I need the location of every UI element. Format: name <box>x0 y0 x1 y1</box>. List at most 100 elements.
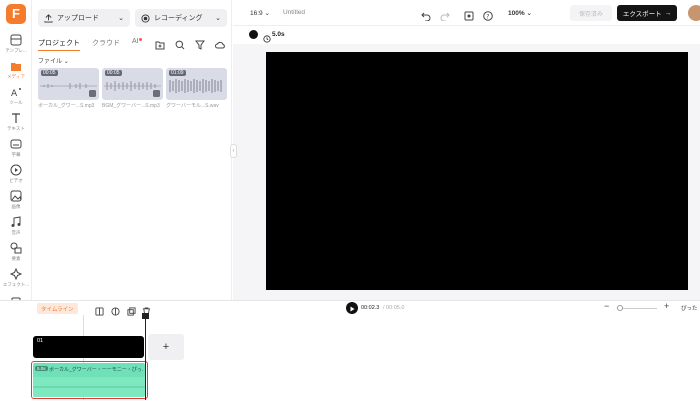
music-icon <box>11 216 21 227</box>
collapse-panel-handle[interactable]: ‹ <box>230 144 237 158</box>
files-label: ファイル <box>38 59 63 65</box>
export-button[interactable]: エクスポート → <box>617 5 677 21</box>
aspect-ratio-select[interactable]: 16:9 ⌄ <box>250 9 270 17</box>
left-rail: F テンプレ... メディア A ツール テキスト 字幕 ビデオ 画像 音声 要… <box>0 0 32 315</box>
tab-ai-label: AI <box>132 38 139 45</box>
filter-icon[interactable] <box>195 37 205 50</box>
saved-status: 保存済み <box>570 5 612 21</box>
search-icon[interactable] <box>175 37 185 50</box>
waveform <box>169 79 222 93</box>
media-card-name: BGM_グワーバー...S.mp3 <box>102 103 160 109</box>
rail-item-template[interactable]: テンプレ... <box>0 34 32 60</box>
files-dropdown[interactable]: ファイル ⌄ <box>38 56 69 65</box>
upload-icon <box>44 13 53 23</box>
rail-item-audio[interactable]: 音声 <box>0 216 32 242</box>
video-canvas[interactable] <box>266 52 688 290</box>
effects-icon <box>10 268 22 280</box>
record-icon <box>141 13 150 23</box>
delete-icon[interactable] <box>142 303 152 316</box>
rail-label: 要素 <box>11 256 21 261</box>
waveform <box>33 377 145 397</box>
total-time: / 00:05.0 <box>383 305 405 311</box>
tab-cloud[interactable]: クラウド <box>92 38 120 51</box>
text-icon <box>12 113 20 123</box>
rail-label: メディア <box>7 74 25 79</box>
chevron-down-icon: ⌄ <box>63 59 69 65</box>
image-icon <box>10 190 22 202</box>
export-label: エクスポート <box>622 11 662 18</box>
checkbox[interactable] <box>153 90 160 97</box>
duplicate-icon[interactable] <box>127 303 137 316</box>
zoom-in-icon[interactable]: + <box>664 301 669 311</box>
split-icon[interactable] <box>95 303 105 316</box>
cloud-icon[interactable] <box>215 37 225 49</box>
play-icon <box>350 306 355 312</box>
rail-item-image[interactable]: 画像 <box>0 190 32 216</box>
add-scene-button[interactable]: + <box>148 334 184 360</box>
timeline-panel: タイムライン 00:02.3 / 00:05.0 − + ぴった 01 + 5.… <box>0 300 700 400</box>
rail-item-media[interactable]: メディア <box>0 60 32 86</box>
help-icon[interactable]: ? <box>483 8 493 26</box>
undo-icon[interactable] <box>421 8 431 26</box>
zoom-select[interactable]: 100% ⌄ <box>508 9 532 17</box>
project-title[interactable]: Untitled <box>283 9 305 16</box>
timeline-toggle[interactable]: タイムライン <box>37 303 78 314</box>
rail-item-elements[interactable]: 要素 <box>0 242 32 268</box>
subtitle-icon <box>10 139 22 149</box>
rail-item-text[interactable]: テキスト <box>0 112 32 138</box>
scene-duration[interactable]: 5.0s <box>272 31 285 38</box>
duration-badge: 00:05 <box>41 70 58 76</box>
chevron-down-icon: ⌄ <box>526 10 532 17</box>
checkbox[interactable] <box>89 90 96 97</box>
media-card[interactable]: 01:09 <box>166 68 227 100</box>
playhead-handle[interactable] <box>142 313 149 319</box>
redo-icon[interactable] <box>440 8 450 26</box>
background-color-swatch[interactable] <box>249 30 258 39</box>
ai-tools-icon: A <box>11 88 21 98</box>
zoom-out-icon[interactable]: − <box>604 301 609 311</box>
tab-ai[interactable]: AI <box>132 38 142 51</box>
tab-project[interactable]: プロジェクト <box>38 38 80 51</box>
new-folder-icon[interactable] <box>155 37 165 50</box>
chevron-down-icon: ⌄ <box>215 15 221 22</box>
zoom-slider-handle[interactable] <box>617 305 623 311</box>
playhead[interactable] <box>145 314 146 400</box>
play-button[interactable] <box>346 302 358 314</box>
app-logo: F <box>6 4 26 24</box>
media-card-name: グワーバーモル...S.wav <box>166 103 219 109</box>
rail-item-effects[interactable]: エフェクト... <box>0 268 32 294</box>
rail-item-subtitle[interactable]: 字幕 <box>0 138 32 164</box>
upload-label: アップロード <box>57 15 99 22</box>
record-button[interactable]: レコーディング ⌄ <box>135 9 227 27</box>
rail-label: 字幕 <box>11 152 21 157</box>
rail-item-video[interactable]: ビデオ <box>0 164 32 190</box>
new-badge-dot <box>138 38 142 41</box>
rail-item-tools[interactable]: A ツール <box>0 86 32 112</box>
clock-icon <box>263 30 271 48</box>
fit-button[interactable]: ぴった <box>681 304 698 312</box>
chevron-down-icon: ⌄ <box>118 15 124 22</box>
svg-text:?: ? <box>486 14 489 21</box>
media-card[interactable]: 00:05 <box>102 68 163 100</box>
record-label: レコーディング <box>154 15 203 22</box>
screenshot-icon[interactable] <box>464 8 474 26</box>
media-card[interactable]: 00:05 <box>38 68 99 100</box>
crop-icon[interactable] <box>111 303 121 316</box>
clip-name: ボーカル_グワーバー・ーーモニー・ぴっ... <box>49 367 143 373</box>
audio-track-clip[interactable]: 5.0s ボーカル_グワーバー・ーーモニー・ぴっ... <box>33 363 145 397</box>
zoom-slider-track[interactable] <box>617 308 657 309</box>
chevron-down-icon: ⌄ <box>264 10 270 17</box>
rail-label: 画像 <box>11 204 21 209</box>
video-track-clip[interactable]: 01 <box>33 336 144 358</box>
library-tabs: プロジェクト クラウド AI <box>38 38 142 51</box>
scene-bar: 5.0s <box>233 26 700 44</box>
rail-label: ツール <box>9 100 23 105</box>
video-icon <box>10 164 22 176</box>
rail-label: テキスト <box>7 126 25 131</box>
zoom-value: 100% <box>508 10 525 17</box>
upload-button[interactable]: アップロード ⌄ <box>38 9 130 27</box>
rail-label: 音声 <box>11 230 21 235</box>
media-icon <box>11 63 21 71</box>
library-tools <box>155 37 225 50</box>
avatar[interactable] <box>688 5 700 21</box>
